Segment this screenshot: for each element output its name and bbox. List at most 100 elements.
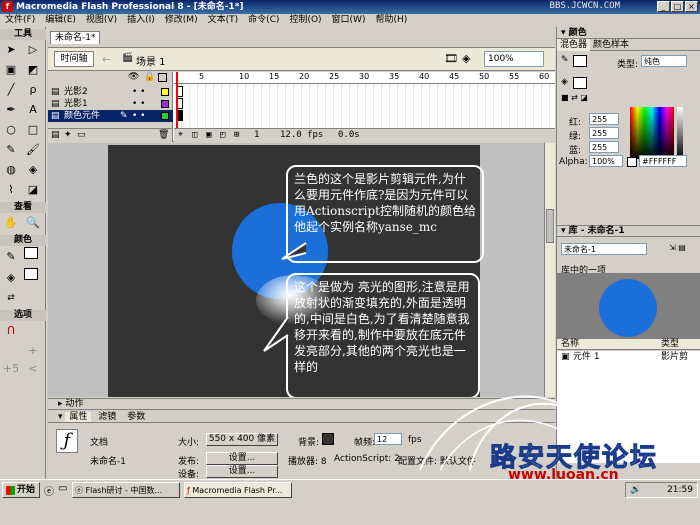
layer-row[interactable]: ▤ 光影1 • • (48, 98, 173, 110)
menu-control[interactable]: 控制(O) (284, 14, 326, 27)
maximize-button[interactable]: □ (671, 1, 684, 12)
menu-commands[interactable]: 命令(C) (243, 14, 284, 27)
straighten-icon[interactable]: +< (24, 342, 42, 375)
tab-parameters[interactable]: 参数 (123, 412, 149, 422)
layer-color-swatch[interactable] (161, 100, 169, 108)
subselect-tool-icon[interactable]: ▷ (24, 41, 42, 59)
pencil-tool-icon[interactable]: ✎ (2, 141, 20, 159)
mixer-tools-icons[interactable]: ■ ⇄ ◪ (561, 93, 588, 102)
onion-skin-icon[interactable]: ◫ (192, 129, 197, 142)
free-transform-icon[interactable]: ▣ (2, 61, 20, 79)
scroll-thumb[interactable] (546, 209, 554, 243)
menu-help[interactable]: 帮助(H) (370, 14, 412, 27)
task-flash[interactable]: ƒ Macromedia Flash Pr... (184, 482, 292, 498)
tab-color-swatches[interactable]: 颜色样本 (590, 39, 632, 51)
fill-color-icon[interactable]: ◈ (2, 269, 20, 287)
ink-bottle-icon[interactable]: ◍ (2, 161, 20, 179)
column-type[interactable]: 类型 (661, 339, 679, 350)
fill-type-select[interactable]: 纯色 (641, 55, 687, 67)
snap-magnet-icon[interactable]: ᑎ (2, 322, 20, 340)
zoom-select[interactable]: 100% (484, 51, 544, 67)
lock-icon[interactable]: 🔒 (144, 72, 155, 82)
actions-tab[interactable]: 动作 (65, 399, 83, 409)
menu-insert[interactable]: 插入(I) (122, 14, 160, 27)
library-document-select[interactable]: 未命名-1 (561, 243, 647, 255)
edit-multiple-icon[interactable]: ◰ (220, 129, 225, 142)
layer-color-swatch[interactable] (161, 112, 169, 120)
stroke-color-icon[interactable]: ✎ (2, 248, 20, 266)
playhead[interactable] (176, 72, 178, 130)
blue-input[interactable]: 255 (589, 141, 619, 153)
rectangle-tool-icon[interactable]: □ (24, 121, 42, 139)
hex-input[interactable]: #FFFFFF (639, 155, 687, 167)
gradient-transform-icon[interactable]: ◩ (24, 61, 42, 79)
pen-tool-icon[interactable]: ✒ (2, 101, 20, 119)
stage[interactable]: 兰色的这个是影片剪辑元件,为什么要用元件作底?是因为元件可以用Actionscr… (108, 145, 484, 397)
tab-color-mixer[interactable]: 混色器 (557, 39, 591, 51)
stroke-swatch[interactable] (24, 247, 38, 259)
publish-settings-button[interactable]: 设置... (206, 452, 278, 465)
tray-icons[interactable]: 🔊 (630, 483, 641, 498)
color-spectrum[interactable] (630, 107, 674, 159)
trash-icon[interactable]: 🗑 (158, 130, 169, 140)
paint-bucket-icon[interactable]: ◈ (24, 161, 42, 179)
library-pin-icon[interactable]: ⇲ ▤ (669, 243, 686, 252)
ie-quicklaunch-icon[interactable]: ⓔ (44, 483, 54, 498)
onion-outline-icon[interactable]: ▣ (206, 129, 211, 142)
timeline-toggle-button[interactable]: 时间轴 (54, 51, 94, 67)
background-color-swatch[interactable] (322, 433, 334, 445)
text-tool-icon[interactable]: A (24, 101, 42, 119)
brush-tool-icon[interactable]: 🖌 (24, 141, 42, 159)
start-button[interactable]: 开始 (2, 482, 40, 498)
library-panel-header[interactable]: ▾ 库 - 未命名-1 (557, 225, 700, 237)
tab-filters[interactable]: 滤镜 (94, 412, 120, 422)
smooth-icon[interactable]: +5 (2, 360, 20, 378)
zoom-tool-icon[interactable]: 🔍 (24, 214, 42, 232)
onion-markers-icon[interactable]: ⊞ (234, 129, 239, 142)
frame-rate-input[interactable]: 12 (374, 433, 402, 445)
menu-modify[interactable]: 修改(M) (160, 14, 203, 27)
device-settings-button[interactable]: 设置... (206, 465, 278, 478)
close-button[interactable]: × (685, 1, 698, 12)
green-input[interactable]: 255 (589, 127, 619, 139)
desktop-quicklaunch-icon[interactable]: ▭ (58, 483, 67, 494)
menu-edit[interactable]: 编辑(E) (40, 14, 81, 27)
eye-icon[interactable]: 👁 (128, 72, 139, 82)
menu-view[interactable]: 视图(V) (81, 14, 122, 27)
column-name[interactable]: 名称 (561, 339, 579, 350)
alpha-input[interactable]: 100% (589, 155, 623, 167)
menu-file[interactable]: 文件(F) (0, 14, 40, 27)
outline-icon[interactable] (158, 73, 167, 82)
oval-tool-icon[interactable]: ○ (2, 121, 20, 139)
layer-row[interactable]: ▤ 光影2 • • (48, 86, 173, 98)
layer-color-swatch[interactable] (161, 88, 169, 96)
back-arrow-icon[interactable]: ← (102, 53, 111, 66)
frame-ruler[interactable]: 5 10 15 20 25 30 35 40 45 50 55 60 (174, 72, 555, 84)
mixer-fill-swatch[interactable] (573, 77, 587, 89)
edit-symbol-icon[interactable]: ◈ (462, 52, 470, 65)
tab-properties[interactable]: 属性 (65, 412, 92, 422)
insert-folder-icon[interactable]: ▭ (77, 130, 86, 140)
lasso-tool-icon[interactable]: ρ (24, 81, 42, 99)
size-button[interactable]: 550 x 400 像素 (206, 433, 278, 446)
layer-row-selected[interactable]: ▤ 颜色元件 ✎ • • (48, 110, 173, 122)
add-guide-icon[interactable]: ✦ (64, 130, 72, 140)
color-panel-header[interactable]: ▾ 颜色 (557, 27, 700, 39)
center-frame-icon[interactable]: ⌖ (178, 129, 183, 142)
swap-colors-icon[interactable]: ⇄ (2, 289, 20, 307)
edit-scene-icon[interactable]: 🎞 (444, 52, 458, 65)
fill-swatch[interactable] (24, 268, 38, 280)
brightness-slider[interactable] (677, 107, 683, 159)
minimize-button[interactable]: _ (657, 1, 670, 12)
menu-window[interactable]: 窗口(W) (327, 14, 371, 27)
insert-layer-icon[interactable]: ▤ (51, 130, 60, 140)
stage-vertical-scrollbar[interactable] (544, 143, 555, 397)
line-tool-icon[interactable]: ╱ (2, 81, 20, 99)
mixer-stroke-swatch[interactable] (573, 55, 587, 67)
hand-tool-icon[interactable]: ✋ (2, 214, 20, 232)
eyedropper-icon[interactable]: ⌇ (2, 181, 20, 199)
document-tab[interactable]: 未命名-1* (50, 31, 101, 44)
red-input[interactable]: 255 (589, 113, 619, 125)
eraser-tool-icon[interactable]: ◪ (24, 181, 42, 199)
library-row[interactable]: ▣ 元件 1 影片剪 (557, 351, 700, 363)
